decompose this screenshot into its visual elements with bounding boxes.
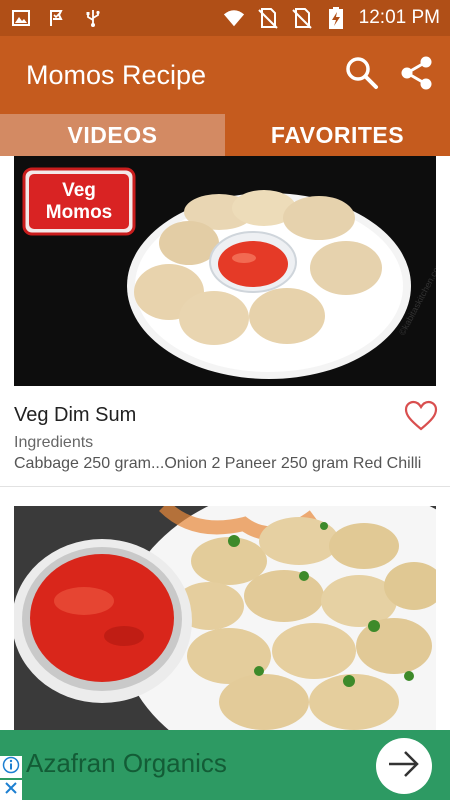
badge-line-1: Veg — [62, 179, 96, 201]
close-icon — [4, 781, 18, 800]
wifi-icon — [223, 7, 245, 29]
ingredients-label: Ingredients — [14, 434, 94, 451]
card-divider — [0, 486, 450, 487]
info-icon — [2, 756, 20, 779]
veg-momos-badge: Veg Momos — [29, 174, 129, 229]
recipe-list[interactable]: ©kabitaskitchen.com Veg Momos Veg Dim Su… — [0, 156, 450, 730]
app-title: Momos Recipe — [26, 59, 207, 90]
status-time: 12:01 PM — [358, 7, 440, 28]
no-sim-icon — [291, 7, 313, 29]
badge-line-2: Momos — [45, 201, 113, 223]
recipe-title[interactable]: Veg Dim Sum — [14, 404, 136, 427]
ad-text[interactable]: Azafran Organics — [26, 748, 227, 779]
share-icon — [398, 55, 434, 96]
no-sim-icon — [257, 7, 279, 29]
tab-favorites[interactable]: FAVORITES — [225, 114, 450, 156]
favorite-button[interactable] — [404, 400, 438, 434]
tab-videos[interactable]: VIDEOS — [0, 114, 225, 156]
battery-charging-icon — [325, 7, 347, 29]
status-bar: 12:01 PM — [0, 0, 450, 36]
tab-bar: VIDEOS FAVORITES — [0, 114, 450, 156]
search-icon — [345, 56, 379, 95]
image-icon — [10, 7, 32, 29]
arrow-right-icon — [387, 749, 421, 784]
recipe-thumbnail[interactable] — [14, 506, 436, 730]
ad-close-button[interactable] — [0, 780, 22, 800]
ad-info-button[interactable] — [0, 756, 22, 778]
check-flag-icon — [46, 7, 68, 29]
recipe-thumbnail[interactable]: ©kabitaskitchen.com Veg Momos — [14, 156, 436, 386]
heart-icon — [404, 400, 438, 436]
share-button[interactable] — [396, 55, 436, 95]
search-button[interactable] — [342, 55, 382, 95]
ad-open-button[interactable] — [376, 738, 432, 794]
usb-icon — [82, 7, 104, 29]
ad-banner[interactable]: Azafran Organics — [0, 730, 450, 800]
app-bar: Momos Recipe — [0, 36, 450, 114]
ingredients-text: Cabbage 250 gram...Onion 2 Paneer 250 gr… — [14, 455, 422, 472]
